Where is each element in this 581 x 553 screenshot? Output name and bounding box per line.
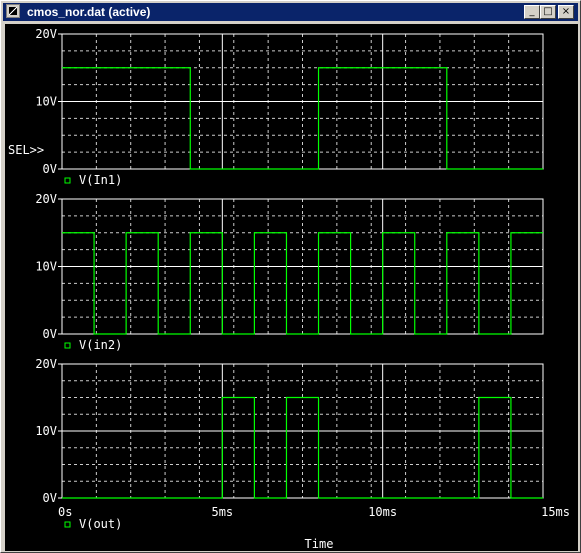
y-tick-label-0v: 0V xyxy=(43,162,57,176)
legend-marker-icon xyxy=(64,342,71,349)
y-tick-label-10v: 10V xyxy=(35,260,57,274)
y-tick-label-10v: 10V xyxy=(35,424,57,438)
y-tick-label-10v: 10V xyxy=(35,95,57,109)
y-tick-label-20v: 20V xyxy=(35,192,57,206)
legend-marker-icon xyxy=(64,521,71,528)
legend-label: V(in2) xyxy=(79,338,122,352)
probe-app-icon[interactable] xyxy=(6,4,20,18)
title-bar[interactable]: cmos_nor.dat (active) _ □ × xyxy=(3,3,578,21)
x-tick-label-15ms: 15ms xyxy=(541,505,570,519)
window-title: cmos_nor.dat (active) xyxy=(27,5,151,19)
x-axis-title: Time xyxy=(305,537,334,551)
maximize-button[interactable]: □ xyxy=(540,5,556,19)
probe-window: cmos_nor.dat (active) _ □ × 20V 10V 0V V(In… xyxy=(0,0,581,553)
x-tick-label-5ms: 5ms xyxy=(211,505,233,519)
close-button[interactable]: × xyxy=(558,5,574,19)
legend-marker-icon xyxy=(64,177,71,184)
legend-label: V(In1) xyxy=(79,173,122,187)
x-tick-label-10ms: 10ms xyxy=(368,505,397,519)
y-tick-label-20v: 20V xyxy=(35,357,57,371)
x-tick-label-0s: 0s xyxy=(58,505,72,519)
waveform-plot[interactable]: 20V 10V 0V V(In1) 20V 10V 0V V(in2) 20V 10V 0V V(ou… xyxy=(5,24,578,551)
y-tick-label-0v: 0V xyxy=(43,491,57,505)
sel-marker: SEL>> xyxy=(8,143,44,157)
y-tick-label-20v: 20V xyxy=(35,27,57,41)
y-tick-label-0v: 0V xyxy=(43,327,57,341)
minimize-button[interactable]: _ xyxy=(524,5,540,19)
legend-label: V(out) xyxy=(79,517,122,531)
plot-area[interactable]: 20V 10V 0V V(In1) 20V 10V 0V V(in2) 20V 10V 0V V(ou… xyxy=(5,24,578,551)
